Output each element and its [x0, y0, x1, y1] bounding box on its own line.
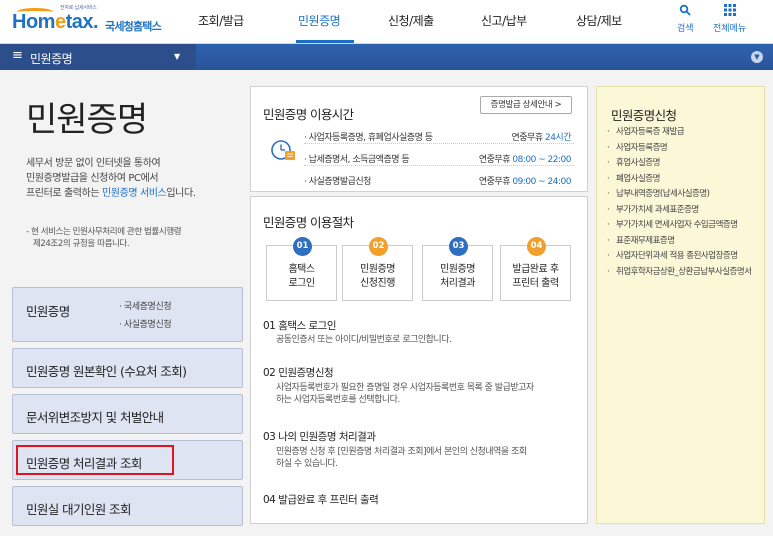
- nav-item-report-payment[interactable]: 신고/납부: [481, 12, 527, 29]
- menu-bar: ≡ 민원증명 ▼ ▼: [0, 44, 773, 70]
- clock-icon: [270, 137, 296, 163]
- step-number: 01: [293, 237, 312, 256]
- procedure-title: 민원증명 이용절차: [263, 215, 354, 230]
- application-link[interactable]: 사업자등록증명: [607, 143, 759, 154]
- procedure-step-description: 민원증명 신청 후 [민원증명 처리결과 조회]에서 본인의 신청내역을 조회 …: [276, 447, 527, 469]
- page-description: 세무서 방문 없이 인터넷을 통하여 민원증명발급을 신청하여 PC에서 프린터…: [26, 158, 196, 199]
- application-link[interactable]: 취업후학자금상환_상환금납부사실증명서: [607, 267, 759, 278]
- application-link[interactable]: 부가가치세 과세표준증명: [607, 205, 759, 216]
- procedure-step-heading: 04 발급완료 후 프린터 출력: [263, 494, 379, 506]
- left-menu-title: 민원실 대기인원 조회: [26, 502, 131, 517]
- nav-item-civil-certificate[interactable]: 민원증명: [298, 12, 341, 29]
- hours-row: · 납세증명서, 소득금액증명 등 연중무휴 08:00 ~ 22:00: [304, 150, 574, 166]
- highlight-box: [16, 445, 174, 475]
- procedure-step-heading: 02 민원증명신청: [263, 367, 334, 379]
- sublink-national-tax-certificate[interactable]: · 국세증명신청: [119, 298, 172, 316]
- procedure-step-description: 사업자등록번호가 필요한 증명일 경우 사업자등록번호 목록 중 발급받고자 하…: [276, 383, 534, 405]
- grid-icon: [713, 4, 746, 21]
- search-button[interactable]: 검색: [677, 4, 694, 34]
- sublink-fact-certificate[interactable]: · 사실증명신청: [119, 316, 172, 334]
- step-login: 01 홈택스 로그인: [266, 237, 337, 301]
- search-label: 검색: [677, 24, 694, 34]
- logo-tagline: 전자로 납세서비스: [60, 5, 97, 11]
- nav-item-consult[interactable]: 상담/제보: [576, 12, 622, 29]
- application-link[interactable]: 사업자단위과세 적용 종된사업장증명: [607, 251, 759, 262]
- step-number: 03: [449, 237, 468, 256]
- left-menu-original-check[interactable]: 민원증명 원본확인 (수요처 조회): [12, 348, 243, 388]
- expand-circle-icon[interactable]: ▼: [751, 51, 763, 63]
- logo-korean-name: 국세청홈택스: [105, 20, 162, 33]
- application-panel: 민원증명신청 사업자등록증 재발급 사업자등록증명 휴업사실증명 폐업사실증명 …: [596, 86, 765, 524]
- application-link[interactable]: 휴업사실증명: [607, 158, 759, 169]
- procedure-step-heading: 01 홈택스 로그인: [263, 320, 337, 332]
- nav-active-indicator: [296, 40, 354, 43]
- menu-selector-label: 민원증명: [30, 52, 73, 66]
- logo-wordmark: Hometax.: [12, 11, 99, 33]
- hours-row: · 사실증명발급신청 연중무휴 09:00 ~ 24:00: [304, 177, 571, 187]
- service-highlight: 민원증명 서비스: [101, 188, 167, 199]
- legal-note: - 현 서비스는 민원사무처리에 관한 법률시행령 제24조2의 규정을 따릅니…: [26, 227, 182, 249]
- left-menu-forgery-prevention[interactable]: 문서위변조방지 및 처벌안내: [12, 394, 243, 434]
- top-header: 전자로 납세서비스 Hometax. 국세청홈택스 조회/발급 민원증명 신청/…: [0, 0, 773, 44]
- left-menu-sublinks: · 국세증명신청 · 사실증명신청: [119, 298, 172, 334]
- step-apply: 02 민원증명 신청진행: [342, 237, 413, 301]
- application-list: 사업자등록증 재발급 사업자등록증명 휴업사실증명 폐업사실증명 납부내역증명(…: [607, 127, 759, 282]
- search-icon: [677, 4, 694, 21]
- step-number: 04: [527, 237, 546, 256]
- detail-guide-button[interactable]: 증명발급 상세안내 >: [480, 96, 572, 114]
- header-tools: 검색 전체메뉴: [675, 4, 765, 40]
- hours-row: · 사업자등록증명, 휴폐업사실증명 등 연중무휴 24시간: [304, 128, 574, 144]
- left-menu-civil-certificate[interactable]: 민원증명 · 국세증명신청 · 사실증명신청: [12, 287, 243, 342]
- allmenu-button[interactable]: 전체메뉴: [713, 4, 746, 34]
- application-link[interactable]: 폐업사실증명: [607, 174, 759, 185]
- step-print: 04 발급완료 후 프린터 출력: [500, 237, 571, 301]
- application-panel-title: 민원증명신청: [611, 108, 677, 123]
- menu-selector[interactable]: ≡ 민원증명 ▼: [0, 44, 196, 70]
- caret-down-icon: ▼: [174, 52, 181, 61]
- left-menu-title: 민원증명 원본확인 (수요처 조회): [26, 364, 187, 379]
- step-number: 02: [369, 237, 388, 256]
- application-link[interactable]: 부가가치세 면세사업자 수입금액증명: [607, 220, 759, 231]
- left-menu-waiting-count[interactable]: 민원실 대기인원 조회: [12, 486, 243, 526]
- nav-item-inquiry[interactable]: 조회/발급: [198, 12, 244, 29]
- application-link[interactable]: 납부내역증명(납세사실증명): [607, 189, 759, 200]
- allmenu-label: 전체메뉴: [713, 24, 747, 34]
- application-link[interactable]: 표준재무제표증명: [607, 236, 759, 247]
- application-link[interactable]: 사업자등록증 재발급: [607, 127, 759, 138]
- hours-title: 민원증명 이용시간: [263, 107, 354, 122]
- step-result: 03 민원증명 처리결과: [422, 237, 493, 301]
- hamburger-icon: ≡: [12, 48, 23, 63]
- procedure-step-heading: 03 나의 민원증명 처리결과: [263, 431, 376, 443]
- nav-item-application[interactable]: 신청/제출: [388, 12, 434, 29]
- left-menu-title: 민원증명: [26, 304, 70, 319]
- hometax-logo[interactable]: 전자로 납세서비스 Hometax. 국세청홈택스: [12, 4, 162, 40]
- left-menu-title: 문서위변조방지 및 처벌안내: [26, 410, 164, 425]
- procedure-step-description: 공동인증서 또는 아이디/비밀번호로 로그인합니다.: [276, 335, 452, 345]
- page-title: 민원증명: [26, 100, 148, 140]
